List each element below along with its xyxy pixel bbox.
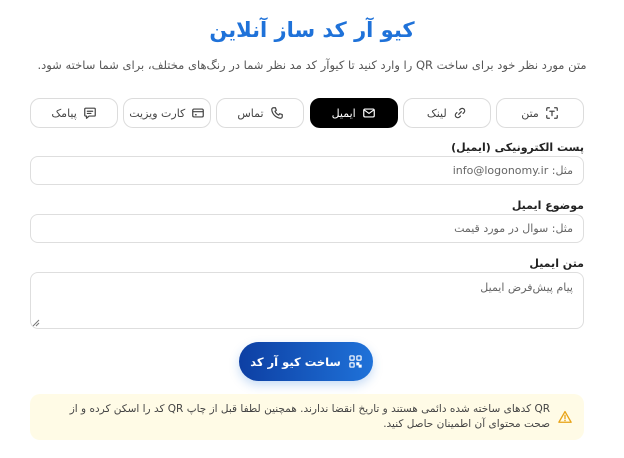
link-icon xyxy=(454,107,465,119)
info-notice-text: QR کدهای ساخته شده دائمی هستند و تاریخ ا… xyxy=(69,403,550,430)
text-scan-icon xyxy=(545,107,558,119)
tab-business-card[interactable]: کارت ویزیت xyxy=(123,98,212,128)
body-field[interactable] xyxy=(30,272,584,329)
tab-call-label: تماس xyxy=(237,106,264,120)
tab-sms[interactable]: پیامک xyxy=(30,98,119,128)
card-icon xyxy=(192,108,205,118)
tab-business-card-label: کارت ویزیت xyxy=(129,106,186,120)
page-title: کیو آر کد ساز آنلاین xyxy=(209,18,415,42)
tab-email[interactable]: ایمیل xyxy=(309,98,398,128)
info-notice: QR کدهای ساخته شده دائمی هستند و تاریخ ا… xyxy=(30,394,584,440)
body-field-label: متن ایمیل xyxy=(529,257,584,270)
subject-field-label: موضوع ایمیل xyxy=(511,199,584,212)
tab-sms-label: پیامک xyxy=(51,106,77,120)
email-field-label: پست الکترونیکی (ایمیل) xyxy=(451,141,584,154)
phone-icon xyxy=(270,107,283,119)
email-field[interactable] xyxy=(30,156,584,185)
qr-type-tabs: متن لینک ایمیل تماس کارت ویزیت پیامک xyxy=(30,98,584,128)
tab-link-label: لینک xyxy=(426,106,447,120)
tab-email-label: ایمیل xyxy=(331,106,356,120)
warning-icon xyxy=(558,410,572,423)
qr-code-icon xyxy=(349,355,362,368)
page-subtitle: متن مورد نظر خود برای ساخت QR را وارد کن… xyxy=(37,58,587,72)
generate-qr-label: ساخت کیو آر کد xyxy=(250,354,341,369)
tab-text[interactable]: متن xyxy=(496,98,584,128)
message-icon xyxy=(83,107,96,119)
tab-link[interactable]: لینک xyxy=(402,98,491,128)
tab-text-label: متن xyxy=(521,106,539,120)
mail-icon xyxy=(362,108,375,118)
resize-grip-icon[interactable] xyxy=(32,319,40,327)
generate-qr-button[interactable]: ساخت کیو آر کد xyxy=(239,342,373,381)
subject-field[interactable] xyxy=(30,214,584,243)
tab-call[interactable]: تماس xyxy=(216,98,305,128)
